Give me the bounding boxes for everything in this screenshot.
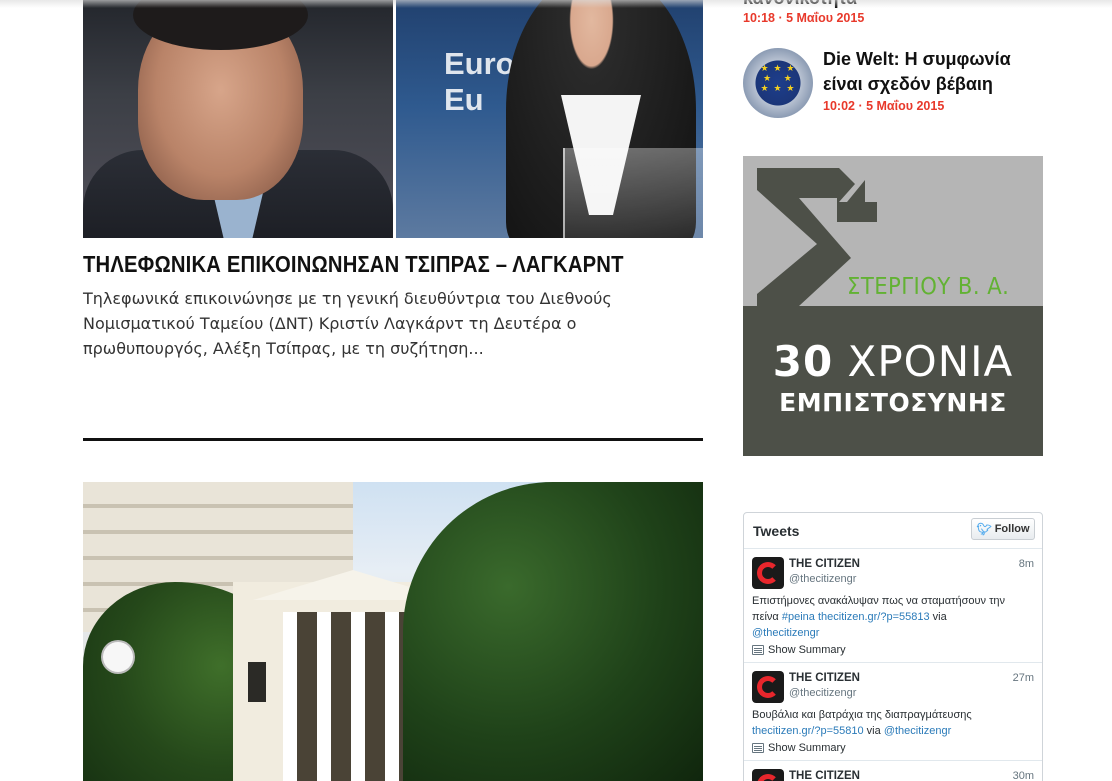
avatar[interactable] <box>752 557 784 589</box>
tweet-text: Βουβάλια και βατράχια της διαπραγμάτευση… <box>752 709 972 737</box>
avatar[interactable] <box>752 671 784 703</box>
sidebar-item-meta: 10:02 · 5 Μαΐου 2015 <box>823 99 945 113</box>
summary-card-icon <box>752 743 764 753</box>
tweet-mention-link[interactable]: @thecitizengr <box>884 725 951 737</box>
eu-flag-icon[interactable]: ★ ★ ★ ★ ★ ★ ★ ★ <box>743 48 813 118</box>
lamp-icon <box>103 642 133 672</box>
tweet-timestamp[interactable]: 30m <box>1013 770 1034 781</box>
tweet: THE CITIZEN @thecitizengr 8m Επιστήμονες… <box>744 549 1042 663</box>
tweet-text: Επιστήμονες ανακάλυψαν πως να σταματήσου… <box>752 595 1006 639</box>
avatar[interactable] <box>752 769 784 781</box>
tweet-timestamp[interactable]: 27m <box>1013 672 1034 684</box>
tweet-author-handle[interactable]: @thecitizengr <box>789 572 1034 587</box>
hero-photo-left <box>83 0 393 238</box>
tweet-timestamp[interactable]: 8m <box>1019 558 1034 570</box>
tweet: THE CITIZEN 30m <box>744 761 1042 781</box>
sidebar-item-title[interactable]: Die Welt: Η συμφωνία είναι σχεδόν βέβαιη <box>823 47 1043 97</box>
follow-label: Follow <box>994 523 1030 535</box>
scroll-shadow <box>0 0 1112 8</box>
show-summary-label: Show Summary <box>768 644 846 656</box>
tweet-hashtag-link[interactable]: #peina <box>782 611 815 623</box>
tweet-mention-link[interactable]: @thecitizengr <box>752 627 819 639</box>
follow-button[interactable]: 🐦︎ Follow <box>971 518 1035 540</box>
ad-company-name: ΣΤΕΡΓΙΟΥ Β. Α. <box>847 274 1010 300</box>
sidebar-top-item-meta: 10:18 · 5 Μαΐου 2015 <box>743 11 865 25</box>
article-hero-image[interactable]: Eurogr Eu <box>83 0 703 238</box>
show-summary-button[interactable]: Show Summary <box>752 644 1034 656</box>
article-title[interactable]: ΤΗΛΕΦΩΝΙΚΑ ΕΠΙΚΟΙΝΩΝΗΣΑΝ ΤΣΙΠΡΑΣ – ΛΑΓΚΑ… <box>83 248 629 280</box>
tweet-url-link[interactable]: thecitizen.gr/?p=55810 <box>752 725 864 737</box>
article-excerpt: Τηλεφωνικά επικοινώνησε με τη γενική διε… <box>83 289 612 358</box>
next-article-image[interactable] <box>83 482 703 781</box>
show-summary-button[interactable]: Show Summary <box>752 742 1034 754</box>
tweet-author-name[interactable]: THE CITIZEN <box>789 557 1034 572</box>
tweet-author-handle[interactable]: @thecitizengr <box>789 686 1034 701</box>
ad-years-word: ΧΡΟΝΙΑ <box>847 337 1014 386</box>
twitter-bird-icon: 🐦︎ <box>976 522 992 536</box>
hero-photo-right: Eurogr Eu <box>396 0 703 238</box>
tweet-author-name[interactable]: THE CITIZEN <box>789 671 1034 686</box>
ad-years: 30 ΧΡΟΝΙΑ <box>743 339 1043 385</box>
article-separator <box>83 438 703 441</box>
summary-card-icon <box>752 645 764 655</box>
ad-banner[interactable]: ΣΤΕΡΓΙΟΥ Β. Α. 30 ΧΡΟΝΙΑ ΕΜΠΙΣΤΟΣΥΝΗΣ <box>743 156 1043 456</box>
tweet-url-link[interactable]: thecitizen.gr/?p=55813 <box>818 611 930 623</box>
ad-years-number: 30 <box>772 337 834 386</box>
ad-trust: ΕΜΠΙΣΤΟΣΥΝΗΣ <box>779 388 1007 417</box>
show-summary-label: Show Summary <box>768 742 846 754</box>
tweet-author-name[interactable]: THE CITIZEN <box>789 769 1034 781</box>
tweet: THE CITIZEN @thecitizengr 27m Βουβάλια κ… <box>744 663 1042 761</box>
twitter-title: Tweets <box>753 523 800 539</box>
twitter-header: Tweets 🐦︎ Follow <box>744 513 1042 549</box>
twitter-timeline-widget[interactable]: Tweets 🐦︎ Follow THE CITIZEN @thecitizen… <box>743 512 1043 781</box>
